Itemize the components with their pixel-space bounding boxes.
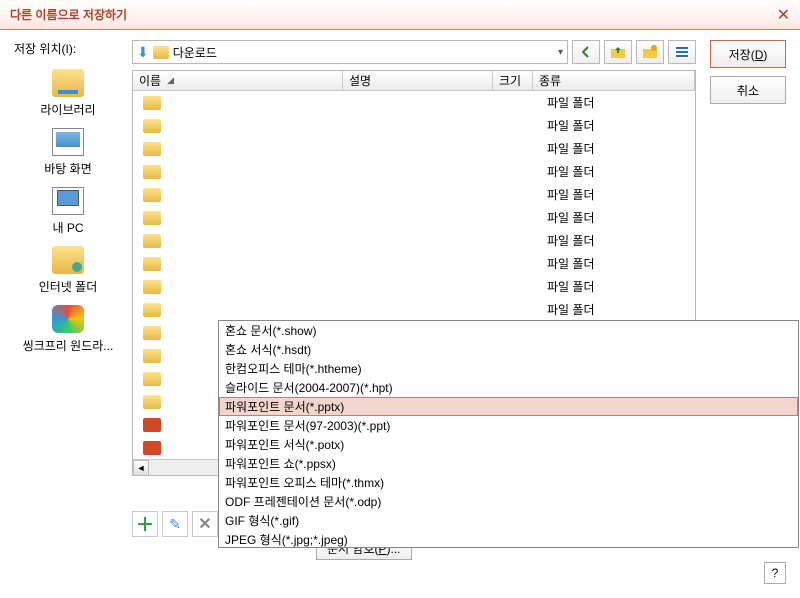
folder-icon	[143, 326, 161, 340]
dialog-title: 다른 이름으로 저장하기	[10, 6, 777, 23]
table-row[interactable]: 파일 폴더	[133, 275, 695, 298]
edit-button[interactable]: ✎	[162, 511, 188, 537]
column-name[interactable]: 이름◢	[133, 71, 343, 90]
table-row[interactable]: 파일 폴더	[133, 252, 695, 275]
lib-icon	[52, 69, 84, 97]
folder-icon	[143, 234, 161, 248]
type-cell: 파일 폴더	[547, 163, 695, 180]
column-desc[interactable]: 설명	[343, 71, 493, 90]
type-cell: 파일 폴더	[547, 209, 695, 226]
format-option[interactable]: 파워포인트 쇼(*.ppsx)	[219, 454, 798, 473]
net-icon	[52, 246, 84, 274]
type-cell: 파일 폴더	[547, 278, 695, 295]
place-lib[interactable]: 라이브러리	[14, 69, 122, 118]
format-option[interactable]: 혼쇼 서식(*.hsdt)	[219, 340, 798, 359]
place-label: 바탕 화면	[14, 160, 122, 177]
format-option[interactable]: 파워포인트 오피스 테마(*.thmx)	[219, 473, 798, 492]
type-cell: 파일 폴더	[547, 186, 695, 203]
folder-icon	[143, 96, 161, 110]
sync-icon	[52, 305, 84, 333]
type-cell: 파일 폴더	[547, 140, 695, 157]
help-button[interactable]: ?	[764, 562, 786, 584]
folder-icon	[143, 142, 161, 156]
type-cell: 파일 폴더	[547, 117, 695, 134]
sort-asc-icon: ◢	[167, 75, 174, 86]
pencil-icon: ✎	[169, 516, 181, 533]
location-combo[interactable]: ⬇ 다운로드 ▾	[132, 40, 568, 64]
format-option[interactable]: JPEG 형식(*.jpg;*.jpeg)	[219, 530, 798, 548]
close-icon[interactable]: ✕	[777, 5, 790, 25]
folder-icon	[143, 257, 161, 271]
folder-icon	[143, 280, 161, 294]
place-label: 내 PC	[14, 219, 122, 236]
place-desk[interactable]: 바탕 화면	[14, 128, 122, 177]
format-option[interactable]: ODF 프레젠테이션 문서(*.odp)	[219, 492, 798, 511]
table-row[interactable]: 파일 폴더	[133, 137, 695, 160]
column-size[interactable]: 크기	[493, 71, 533, 90]
place-net[interactable]: 인터넷 폴더	[14, 246, 122, 295]
table-row[interactable]: 파일 폴더	[133, 298, 695, 321]
table-row[interactable]: 파일 폴더	[133, 91, 695, 114]
table-row[interactable]: 파일 폴더	[133, 183, 695, 206]
new-folder-button[interactable]	[636, 40, 664, 64]
desk-icon	[52, 128, 84, 156]
delete-button[interactable]: ✕	[192, 511, 218, 537]
view-list-button[interactable]	[668, 40, 696, 64]
folder-icon	[143, 303, 161, 317]
up-folder-button[interactable]	[604, 40, 632, 64]
titlebar: 다른 이름으로 저장하기 ✕	[0, 0, 800, 30]
format-option[interactable]: 한컴오피스 테마(*.htheme)	[219, 359, 798, 378]
column-type[interactable]: 종류	[533, 71, 695, 90]
type-cell: 파일 폴더	[547, 232, 695, 249]
scroll-left-icon[interactable]: ◄	[133, 460, 149, 476]
type-cell: 파일 폴더	[547, 255, 695, 272]
folder-icon	[143, 441, 161, 455]
type-cell: 파일 폴더	[547, 94, 695, 111]
format-option[interactable]: 파워포인트 문서(*.pptx)	[219, 397, 798, 416]
format-option[interactable]: GIF 형식(*.gif)	[219, 511, 798, 530]
place-label: 라이브러리	[14, 101, 122, 118]
add-button[interactable]: ＋	[132, 511, 158, 537]
folder-icon	[143, 349, 161, 363]
table-row[interactable]: 파일 폴더	[133, 229, 695, 252]
format-option[interactable]: 파워포인트 서식(*.potx)	[219, 435, 798, 454]
table-row[interactable]: 파일 폴더	[133, 160, 695, 183]
folder-icon	[143, 372, 161, 386]
file-type-dropdown[interactable]: 혼쇼 문서(*.show)혼쇼 서식(*.hsdt)한컴오피스 테마(*.hth…	[218, 320, 799, 548]
cancel-button[interactable]: 취소	[710, 76, 786, 104]
plus-icon: ＋	[136, 511, 154, 537]
folder-icon	[143, 418, 161, 432]
format-option[interactable]: 파워포인트 문서(97-2003)(*.ppt)	[219, 416, 798, 435]
save-location-label: 저장 위치(I):	[14, 40, 122, 57]
format-option[interactable]: 혼쇼 문서(*.show)	[219, 321, 798, 340]
folder-icon	[143, 188, 161, 202]
back-button[interactable]	[572, 40, 600, 64]
folder-icon	[143, 119, 161, 133]
folder-icon	[143, 165, 161, 179]
save-button[interactable]: 저장(D)	[710, 40, 786, 68]
type-cell: 파일 폴더	[547, 301, 695, 318]
chevron-down-icon[interactable]: ▾	[558, 47, 563, 58]
x-icon: ✕	[198, 514, 211, 534]
table-row[interactable]: 파일 폴더	[133, 206, 695, 229]
location-value: 다운로드	[173, 44, 217, 61]
table-row[interactable]: 파일 폴더	[133, 114, 695, 137]
folder-icon	[143, 211, 161, 225]
folder-icon	[153, 46, 169, 59]
pc-icon	[52, 187, 84, 215]
format-option[interactable]: 슬라이드 문서(2004-2007)(*.hpt)	[219, 378, 798, 397]
arrow-down-icon: ⬇	[137, 44, 149, 61]
folder-icon	[143, 395, 161, 409]
place-pc[interactable]: 내 PC	[14, 187, 122, 236]
place-sync[interactable]: 씽크프리 원드라...	[14, 305, 122, 354]
place-label: 씽크프리 원드라...	[14, 337, 122, 354]
place-label: 인터넷 폴더	[14, 278, 122, 295]
